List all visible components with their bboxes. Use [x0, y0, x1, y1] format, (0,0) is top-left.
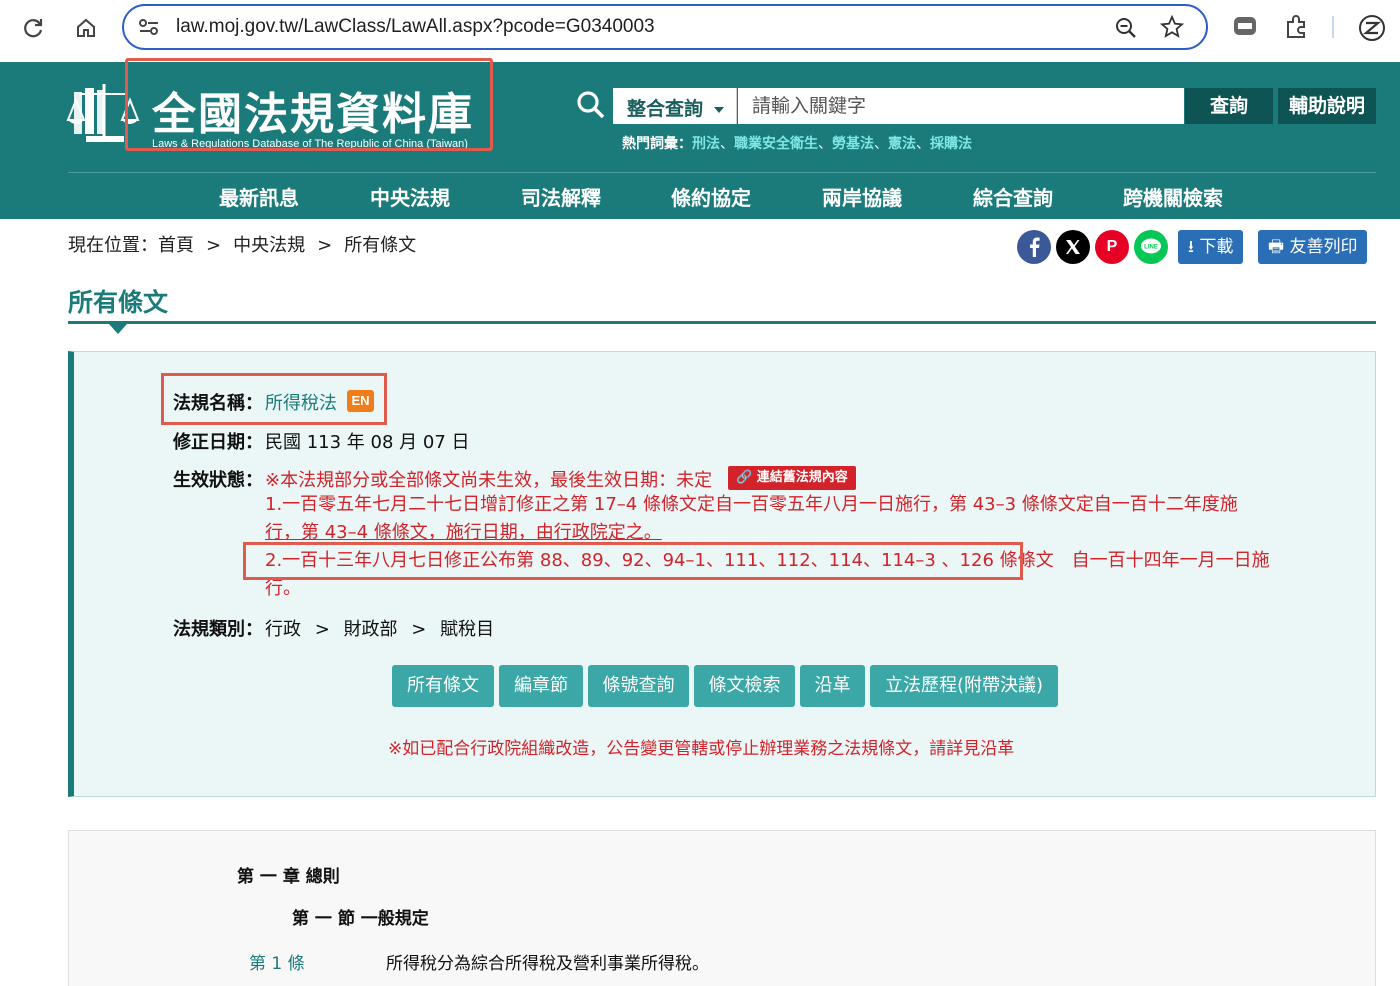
nav-item-cross-agency-search[interactable]: 跨機關檢索 [1123, 182, 1223, 211]
profile-avatar-icon[interactable] [1358, 14, 1386, 46]
query-button[interactable]: 查詢 [1185, 88, 1273, 124]
hot-term-link[interactable]: 憲法 [888, 136, 916, 152]
law-name-highlight-box [161, 373, 387, 425]
facebook-share-icon[interactable] [1017, 230, 1051, 264]
search-scope-label: 整合查詢 [627, 98, 704, 120]
legislative-history-button[interactable]: 立法歷程(附帶決議) [870, 665, 1058, 707]
browser-toolbar: law.moj.gov.tw/LawClass/LawAll.aspx?pcod… [0, 0, 1400, 62]
category-item: 行政 [265, 619, 301, 640]
nav-item-news[interactable]: 最新訊息 [219, 182, 299, 211]
nav-item-treaties[interactable]: 條約協定 [671, 182, 751, 211]
old-law-link-button[interactable]: 🔗 連結舊法規內容 [728, 466, 856, 490]
search-scope-select[interactable]: 整合查詢 [613, 88, 737, 124]
all-articles-button[interactable]: 所有條文 [392, 665, 494, 707]
status-label: 生效狀態： [173, 470, 263, 491]
effective-note-1-line-1: 1.一百零五年七月二十七日增訂修正之第 17–4 條條文定自一百零五年八月一日施… [265, 494, 1238, 515]
bookmark-star-icon[interactable] [1159, 14, 1185, 43]
hot-terms: 熱門詞彙：刑法、職業安全衛生、勞基法、憲法、採購法 [622, 136, 972, 152]
reorganization-note: ※如已配合行政院組織改造，公告變更管轄或停止辦理業務之法規條文，請詳見沿革 [388, 739, 1015, 759]
home-icon[interactable] [72, 14, 100, 42]
address-bar[interactable]: law.moj.gov.tw/LawClass/LawAll.aspx?pcod… [122, 4, 1208, 50]
print-button[interactable]: 🖶 友善列印 [1258, 230, 1368, 264]
download-button[interactable]: ⭳ 下載 [1178, 230, 1244, 264]
download-icon: ⭳ [1188, 237, 1194, 257]
chapters-button[interactable]: 編章節 [499, 665, 583, 707]
breadcrumb-sep: > [206, 235, 222, 256]
reload-icon[interactable] [20, 14, 48, 42]
breadcrumb-sep: > [317, 235, 333, 256]
printer-icon: 🖶 [1268, 237, 1285, 257]
nav-item-cross-strait[interactable]: 兩岸協議 [822, 182, 902, 211]
article-number-link[interactable]: 第 1 條 [249, 949, 305, 974]
category-item: 賦稅目 [440, 619, 495, 640]
caret-down-icon [713, 106, 724, 113]
history-button[interactable]: 沿革 [800, 665, 865, 707]
hot-term-link[interactable]: 勞基法 [832, 136, 874, 152]
category-path: 行政 > 財政部 > 賦稅目 [265, 619, 495, 640]
note-2-highlight-box [243, 542, 1023, 580]
nav-item-judicial-interpretation[interactable]: 司法解釋 [521, 182, 601, 211]
help-button[interactable]: 輔助說明 [1278, 88, 1376, 124]
site-header: 全國法規資料庫 Laws & Regulations Database of T… [0, 58, 1400, 219]
breadcrumb: 現在位置：首頁 > 中央法規 > 所有條文 [68, 231, 416, 257]
nav-item-central-laws[interactable]: 中央法規 [370, 182, 450, 211]
category-item: 財政部 [343, 619, 398, 640]
url-text[interactable]: law.moj.gov.tw/LawClass/LawAll.aspx?pcod… [176, 16, 655, 38]
search-icon[interactable] [576, 90, 606, 124]
breadcrumb-prefix: 現在位置： [68, 235, 158, 256]
toolbar-divider [1332, 16, 1334, 38]
site-settings-icon[interactable] [138, 17, 160, 37]
hot-term-link[interactable]: 採購法 [930, 136, 972, 152]
chapter-heading: 第 一 章 總則 [237, 867, 340, 887]
amend-date-label: 修正日期： [173, 432, 263, 453]
search-input[interactable] [738, 88, 1184, 124]
x-share-icon[interactable] [1056, 230, 1090, 264]
status-text: ※本法規部分或全部條文尚未生效，最後生效日期：未定 [265, 470, 713, 491]
amend-date-value: 民國 113 年 08 月 07 日 [265, 432, 470, 453]
hot-terms-label: 熱門詞彙： [622, 136, 692, 152]
nav-divider [68, 172, 1376, 173]
line-extension-icon[interactable] [1232, 14, 1258, 44]
article-number-query-button[interactable]: 條號查詢 [588, 665, 689, 707]
title-pointer [109, 324, 127, 334]
breadcrumb-central-laws[interactable]: 中央法規 [233, 235, 305, 256]
svg-text:LINE: LINE [1144, 245, 1158, 251]
extensions-puzzle-icon[interactable] [1284, 14, 1310, 44]
nav-item-integrated-query[interactable]: 綜合查詢 [973, 182, 1053, 211]
main-nav: 最新訊息 中央法規 司法解釋 條約協定 兩岸協議 綜合查詢 跨機關檢索 [185, 182, 1285, 212]
link-icon: 🔗 [736, 470, 753, 485]
breadcrumb-home[interactable]: 首頁 [158, 235, 194, 256]
article-text: 所得稅分為綜合所得稅及營利事業所得稅。 [386, 954, 709, 974]
hot-term-link[interactable]: 刑法 [692, 136, 720, 152]
logo-highlight-box [125, 58, 493, 151]
section-heading: 第 一 節 一般規定 [292, 909, 429, 929]
category-label: 法規類別： [173, 619, 263, 640]
title-underline [68, 321, 1376, 324]
zoom-icon[interactable] [1114, 16, 1138, 44]
page-title: 所有條文 [68, 288, 169, 317]
plurk-share-icon[interactable]: P [1095, 230, 1129, 264]
article-search-button[interactable]: 條文檢索 [694, 665, 795, 707]
breadcrumb-current: 所有條文 [344, 235, 417, 256]
hot-term-link[interactable]: 職業安全衛生 [734, 136, 818, 152]
effective-note-1-link[interactable]: 行，第 43–4 條條文，施行日期，由行政院定之。 [265, 522, 662, 543]
line-share-icon[interactable]: LINE [1134, 230, 1168, 264]
